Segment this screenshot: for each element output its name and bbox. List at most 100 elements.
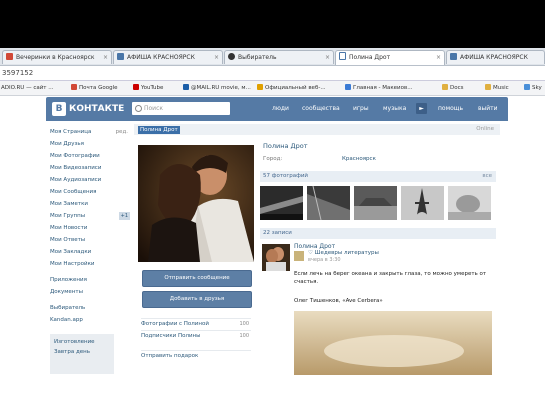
nav-music[interactable]: музыка	[383, 101, 406, 117]
bookmark-label: Music	[493, 85, 509, 91]
close-icon[interactable]: ×	[325, 51, 330, 64]
profile-name: Полина Дрот	[263, 142, 308, 150]
post-time[interactable]: вчера в 3:30	[308, 257, 341, 264]
bookmark-item[interactable]: Почта Google	[71, 81, 117, 95]
bookmark-label: Почта Google	[79, 85, 118, 91]
vk-logo-icon: В	[52, 102, 66, 116]
send-message-button[interactable]: Отправить сообщение	[142, 270, 252, 287]
browser-tab[interactable]: АФИША КРАСНОЯРСК ×	[113, 50, 223, 64]
post-image[interactable]	[294, 311, 492, 375]
ad-title: Изготовление	[54, 339, 95, 345]
site-icon	[345, 84, 351, 90]
bookmark-label: ADIO.RU — сайт ...	[1, 85, 54, 91]
photo-thumbnail[interactable]	[448, 186, 491, 220]
photo-thumbnail[interactable]	[401, 186, 444, 220]
nav-games[interactable]: игры	[353, 101, 369, 117]
nav-news[interactable]: Мои Новости	[50, 222, 130, 234]
send-gift-link[interactable]: Отправить подарок	[141, 350, 251, 361]
photo-thumbnail[interactable]	[354, 186, 397, 220]
tab-label: АФИША КРАСНОЯРСК	[127, 54, 195, 61]
nav-photos[interactable]: Мои Фотографии	[50, 150, 130, 162]
photo-thumbnail[interactable]	[307, 186, 350, 220]
edit-link[interactable]: ред.	[116, 126, 128, 138]
nav-my-page[interactable]: Моя Страница ред.	[50, 126, 130, 138]
thumbnail-image	[354, 186, 397, 220]
site-icon	[257, 84, 263, 90]
bookmark-item[interactable]: YouTube	[133, 81, 163, 95]
browser-tab-active[interactable]: Полина Дрот ×	[335, 50, 445, 65]
nav-label: Мои Заметки	[50, 201, 88, 207]
nav-logout[interactable]: выйти	[478, 101, 498, 117]
bookmark-label: Docs	[450, 85, 464, 91]
bookmark-item[interactable]: Главная - Макеиов...	[345, 81, 413, 95]
thumbnail-image	[260, 186, 303, 220]
vk-page: Моя Страница ред. Мои Друзья Мои Фотограф…	[46, 121, 508, 409]
ad-block[interactable]: Изготовление Завтра день	[50, 334, 114, 374]
mail-icon	[183, 84, 189, 90]
photos-all-link[interactable]: все	[482, 171, 492, 182]
nav-player-icon[interactable]: ►	[416, 103, 427, 114]
nav-settings[interactable]: Мои Настройки	[50, 258, 130, 270]
nav-documents[interactable]: Документы	[50, 286, 130, 298]
tab-label: Вечеринки в Красноярск	[16, 54, 95, 61]
search-input[interactable]: Поиск	[132, 102, 230, 115]
nav-videos[interactable]: Мои Видеозаписи	[50, 162, 130, 174]
close-icon[interactable]: ×	[214, 51, 219, 64]
nav-groups[interactable]: Мои Группы +1	[50, 210, 130, 222]
close-icon[interactable]: ×	[436, 51, 441, 64]
bookmark-item[interactable]: Sky	[524, 81, 542, 95]
nav-app-vybiratel[interactable]: Выбиратель	[50, 302, 130, 314]
youtube-icon	[133, 84, 139, 90]
nav-app-kandan[interactable]: Kandan.app	[50, 314, 130, 326]
search-icon	[135, 105, 142, 112]
bookmark-item[interactable]: Официальный веб-...	[257, 81, 326, 95]
nav-people[interactable]: люди	[272, 101, 289, 117]
afisha-icon	[117, 53, 124, 60]
post-group[interactable]: ♡ Шедевры литературы	[308, 250, 379, 257]
nav-communities[interactable]: сообщества	[302, 101, 340, 117]
browser-tab[interactable]: АФИША КРАСНОЯРСК	[446, 50, 545, 64]
nav-help[interactable]: помощь	[438, 101, 463, 117]
link-label: Фотографии с Полиной	[141, 321, 209, 327]
nav-friends[interactable]: Мои Друзья	[50, 138, 130, 150]
nav-label: Мои Видеозаписи	[50, 165, 102, 171]
afisha-icon	[450, 53, 457, 60]
wall-header[interactable]: 22 записи	[260, 228, 496, 239]
nav-label: Мои Группы	[50, 213, 86, 219]
bookmark-item[interactable]: @MAIL.RU movie, м...	[183, 81, 251, 95]
photo-thumbnail[interactable]	[260, 186, 303, 220]
nav-audio[interactable]: Мои Аудиозаписи	[50, 174, 130, 186]
bookmark-label: YouTube	[141, 85, 164, 91]
address-bar[interactable]: 3597152	[0, 66, 545, 81]
bookmark-item[interactable]: ADIO.RU — сайт ...	[1, 81, 53, 95]
photos-header[interactable]: 57 фотографий все	[260, 171, 496, 182]
bookmark-item[interactable]: Music	[485, 81, 509, 95]
vk-logo[interactable]: В КОНТАКТЕ	[52, 101, 124, 117]
photos-with-link[interactable]: Фотографии с Полиной 100	[141, 318, 251, 329]
bookmark-item[interactable]: Docs	[442, 81, 464, 95]
nav-apps[interactable]: Приложения	[50, 274, 130, 286]
add-friend-button[interactable]: Добавить в друзья	[142, 291, 252, 308]
bookmarks-bar: ADIO.RU — сайт ... Почта Google YouTube …	[0, 81, 545, 96]
close-icon[interactable]: ×	[103, 51, 108, 64]
link-count: 100	[239, 333, 249, 339]
city-label: Город:	[263, 156, 283, 162]
city-value[interactable]: Красноярск	[342, 153, 376, 165]
search-placeholder: Поиск	[144, 105, 164, 112]
nav-bookmarks[interactable]: Мои Закладки	[50, 246, 130, 258]
profile-photo[interactable]	[138, 145, 254, 262]
link-label: Отправить подарок	[141, 353, 199, 359]
gmail-icon	[71, 84, 77, 90]
browser-tab[interactable]: Выбиратель ×	[224, 50, 334, 64]
subscribers-link[interactable]: Подписчики Полины 100	[141, 330, 251, 341]
post-avatar[interactable]	[262, 244, 290, 271]
nav-label: Мои Сообщения	[50, 189, 97, 195]
nav-answers[interactable]: Мои Ответы	[50, 234, 130, 246]
group-avatar-icon[interactable]	[294, 251, 304, 261]
post-image-picture	[294, 311, 492, 375]
nav-label: Моя Страница	[50, 129, 92, 135]
nav-messages[interactable]: Мои Сообщения	[50, 186, 130, 198]
nav-notes[interactable]: Мои Заметки	[50, 198, 130, 210]
window-top-area	[0, 0, 545, 48]
browser-tab[interactable]: Вечеринки в Красноярск ×	[2, 50, 112, 64]
